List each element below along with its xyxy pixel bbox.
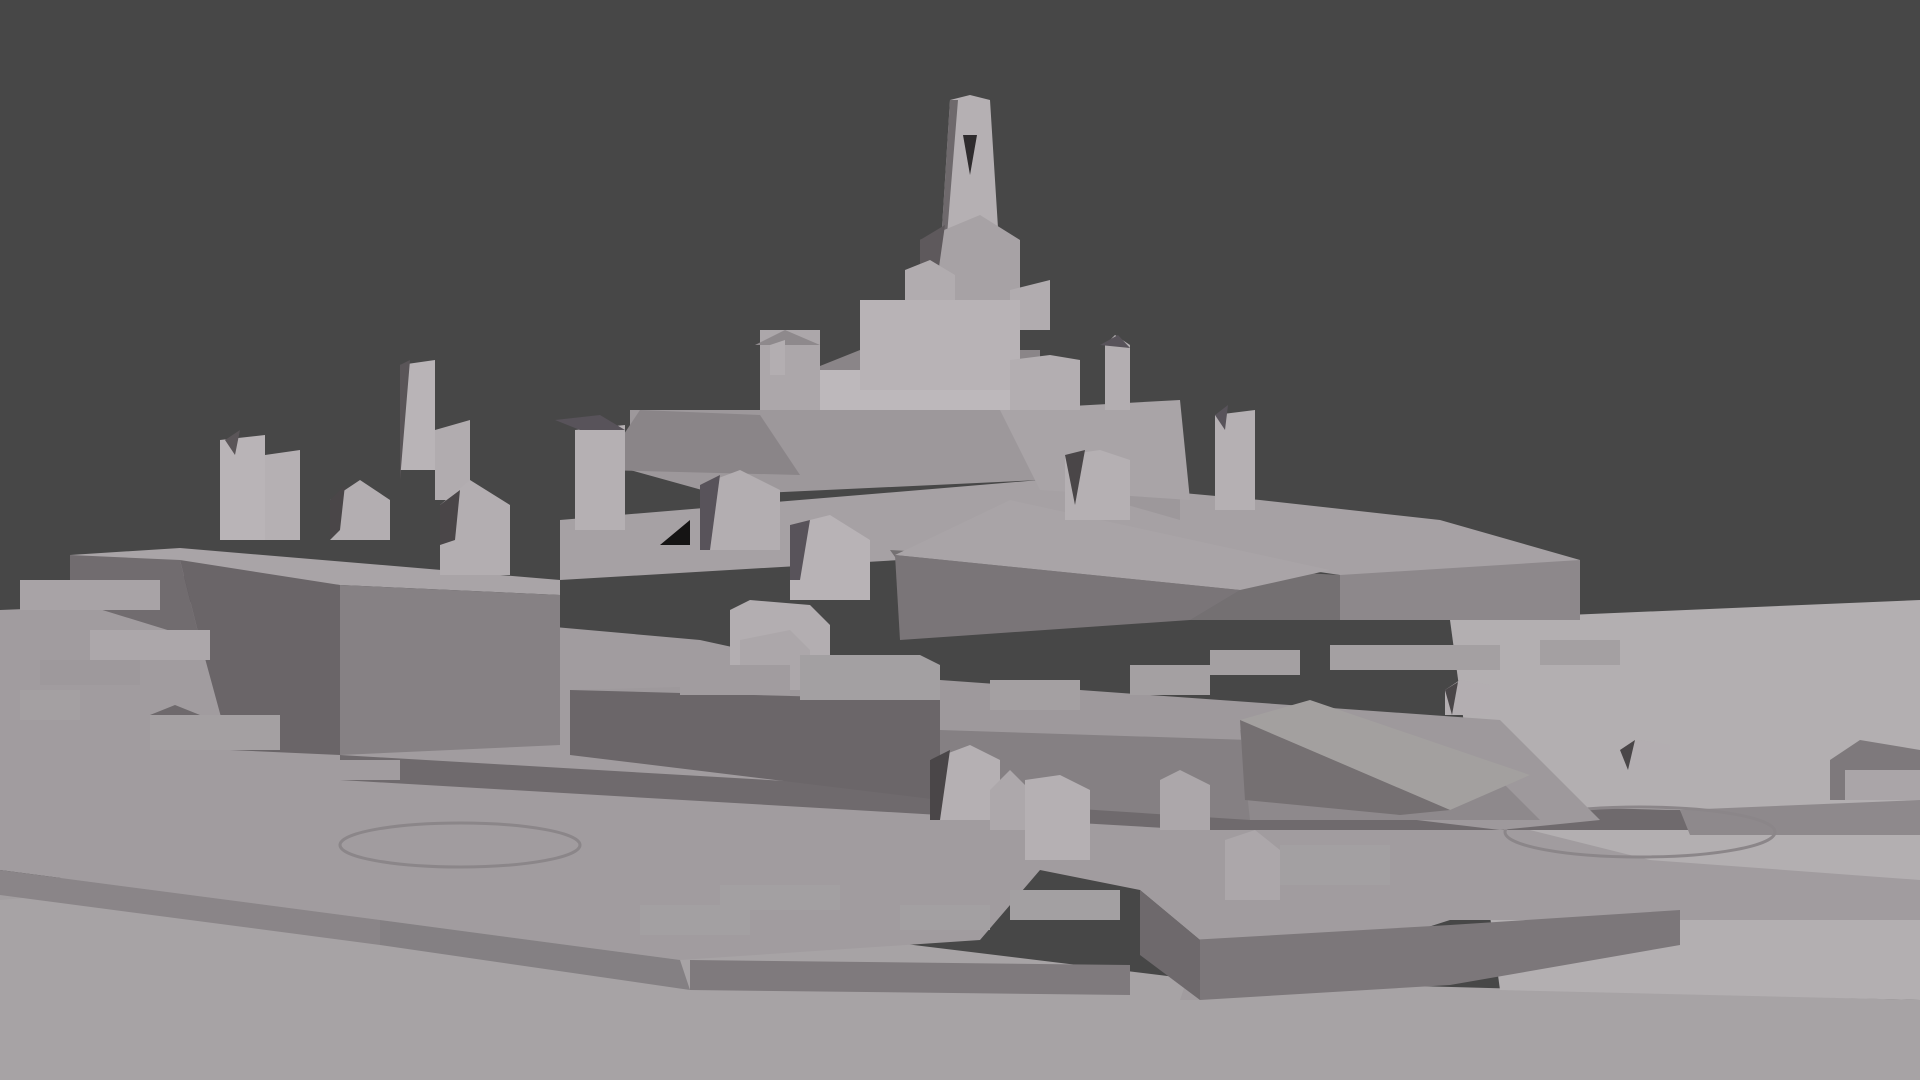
city-model-render [0, 0, 1920, 1080]
3d-viewport[interactable] [0, 0, 1920, 1080]
